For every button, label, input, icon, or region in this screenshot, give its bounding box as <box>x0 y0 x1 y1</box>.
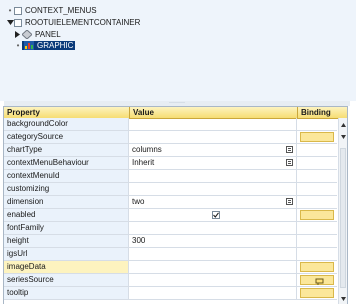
property-value[interactable] <box>129 131 297 143</box>
binding-button[interactable] <box>300 132 334 142</box>
binding-cell <box>297 157 337 169</box>
property-name: categorySource <box>4 131 129 143</box>
triangle-right-icon[interactable] <box>14 31 22 39</box>
property-row[interactable]: chartType columns <box>4 144 337 157</box>
binding-button[interactable] <box>300 275 334 285</box>
property-name: igsUrl <box>4 248 129 260</box>
property-value-cell[interactable] <box>129 209 297 221</box>
tree-node-rootuielementcontainer[interactable]: ROOTUIELEMENTCONTAINER <box>6 17 140 28</box>
property-value[interactable] <box>129 222 297 234</box>
scroll-thumb[interactable] <box>340 148 346 288</box>
property-row[interactable]: backgroundColor <box>4 118 337 131</box>
property-row[interactable]: imageData <box>4 261 337 274</box>
property-name: imageData <box>4 261 129 273</box>
binding-cell <box>297 196 337 208</box>
selected-node[interactable]: GRAPHIC <box>22 41 76 50</box>
property-row[interactable]: contextMenuId <box>4 170 337 183</box>
property-name: enabled <box>4 209 129 221</box>
property-value: columns <box>132 145 162 154</box>
tree-node-graphic[interactable]: • GRAPHIC <box>14 40 76 51</box>
property-value: Inherit <box>132 158 155 167</box>
property-row[interactable]: enabled <box>4 209 337 222</box>
property-name: height <box>4 235 129 247</box>
property-row[interactable]: tooltip <box>4 287 337 300</box>
binding-cell[interactable] <box>297 274 337 286</box>
binding-cell[interactable] <box>297 287 337 299</box>
property-value[interactable] <box>129 183 297 195</box>
binding-cell <box>297 248 337 260</box>
tree-node-label: ROOTUIELEMENTCONTAINER <box>25 18 141 27</box>
property-value-cell[interactable]: columns <box>129 144 297 156</box>
property-row[interactable]: igsUrl <box>4 248 337 261</box>
property-value-cell[interactable]: Inherit <box>129 157 297 169</box>
node-checkbox-icon <box>14 18 22 27</box>
binding-cell <box>297 118 337 130</box>
header-property[interactable]: Property <box>4 107 129 118</box>
binding-button[interactable] <box>300 288 334 298</box>
graphic-chart-icon <box>24 41 34 50</box>
property-value[interactable] <box>129 170 297 182</box>
binding-cell <box>297 144 337 156</box>
property-row[interactable]: height 300 <box>4 235 337 248</box>
property-row[interactable]: customizing <box>4 183 337 196</box>
tree-bullet-icon: • <box>8 6 12 15</box>
property-name: chartType <box>4 144 129 156</box>
scroll-up-icon[interactable] <box>339 120 347 129</box>
property-value[interactable] <box>129 274 297 286</box>
property-value[interactable] <box>129 287 297 299</box>
tree-node-label: GRAPHIC <box>37 41 74 50</box>
scroll-down-icon[interactable] <box>339 132 347 141</box>
header-value[interactable]: Value <box>129 107 297 118</box>
property-grid: Property Value Binding backgroundColor c… <box>3 106 348 304</box>
binding-cell[interactable] <box>297 261 337 273</box>
value-help-icon[interactable] <box>286 159 293 166</box>
panel-diamond-icon <box>22 30 32 39</box>
tree-node-context-menus[interactable]: • CONTEXT_MENUS <box>6 5 97 16</box>
property-name: fontFamily <box>4 222 129 234</box>
property-value[interactable]: 300 <box>129 235 297 247</box>
property-name: customizing <box>4 183 129 195</box>
property-name: backgroundColor <box>4 118 129 130</box>
enabled-checkbox[interactable] <box>212 211 220 219</box>
property-value[interactable] <box>129 261 297 273</box>
binding-cell <box>297 183 337 195</box>
binding-cell <box>297 170 337 182</box>
ui-element-tree: • CONTEXT_MENUS ROOTUIELEMENTCONTAINER P… <box>0 0 356 101</box>
triangle-down-icon[interactable] <box>6 19 14 27</box>
property-value[interactable] <box>129 118 297 130</box>
scroll-down-bottom-icon[interactable] <box>339 294 347 303</box>
value-help-icon[interactable] <box>286 146 293 153</box>
property-value: two <box>132 197 145 206</box>
tree-bullet-icon: • <box>16 41 20 50</box>
property-row[interactable]: fontFamily <box>4 222 337 235</box>
header-binding[interactable]: Binding <box>297 107 347 118</box>
binding-cell <box>297 222 337 234</box>
vertical-scrollbar[interactable] <box>338 118 347 304</box>
property-row[interactable]: dimension two <box>4 196 337 209</box>
tree-node-label: CONTEXT_MENUS <box>25 6 97 15</box>
property-name: contextMenuBehaviour <box>4 157 129 169</box>
property-row[interactable]: contextMenuBehaviour Inherit <box>4 157 337 170</box>
property-value-cell[interactable]: two <box>129 196 297 208</box>
tree-node-panel[interactable]: PANEL <box>14 29 61 40</box>
binding-cell <box>297 235 337 247</box>
tree-node-label: PANEL <box>35 30 61 39</box>
property-name: tooltip <box>4 287 129 299</box>
binding-icon <box>315 277 325 286</box>
property-name: seriesSource <box>4 274 129 286</box>
property-name: dimension <box>4 196 129 208</box>
binding-button[interactable] <box>300 210 334 220</box>
binding-button[interactable] <box>300 262 334 272</box>
binding-cell[interactable] <box>297 131 337 143</box>
property-row[interactable]: categorySource <box>4 131 337 144</box>
property-row[interactable]: seriesSource <box>4 274 337 287</box>
value-help-icon[interactable] <box>286 198 293 205</box>
binding-cell[interactable] <box>297 209 337 221</box>
node-checkbox-icon <box>14 6 22 15</box>
property-name: contextMenuId <box>4 170 129 182</box>
property-value[interactable] <box>129 248 297 260</box>
